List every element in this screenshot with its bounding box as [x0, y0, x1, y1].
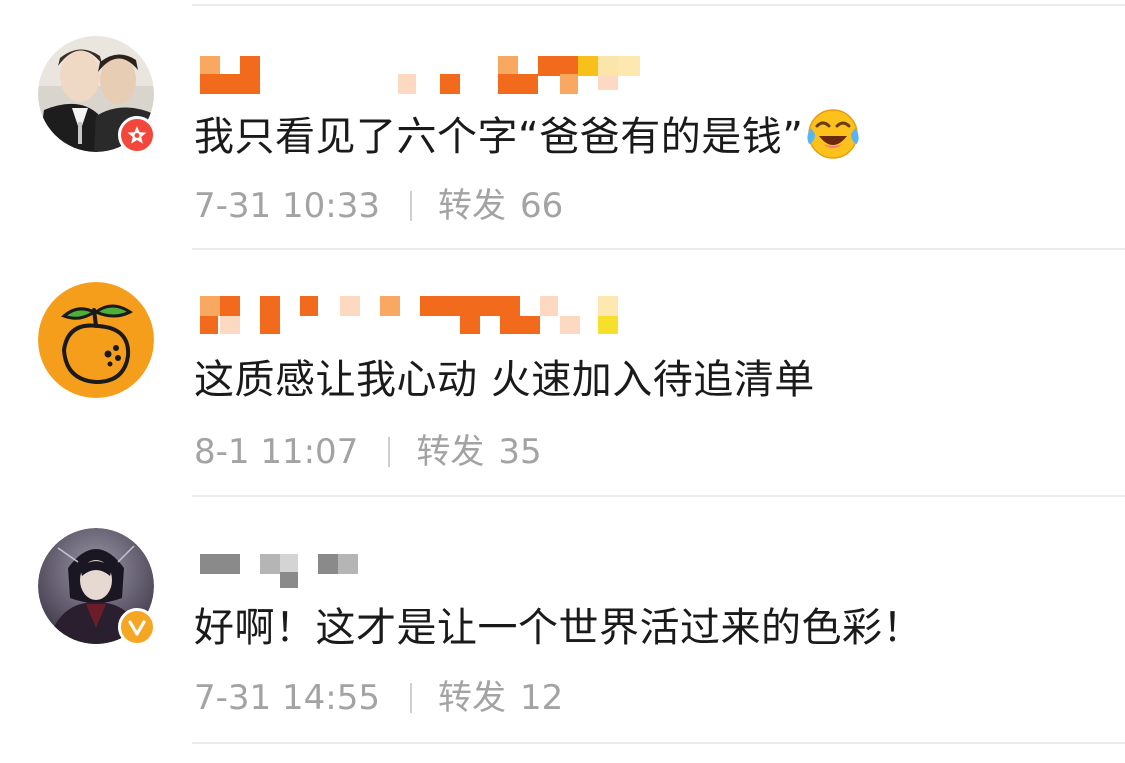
comment-divider	[192, 495, 1125, 497]
comment-divider	[192, 742, 1125, 744]
tangerine-avatar-icon	[38, 282, 154, 398]
comment-time: 8-1 11:07	[194, 432, 359, 472]
username-pixelated[interactable]	[198, 542, 678, 590]
avatar[interactable]	[38, 282, 154, 398]
meta-separator	[388, 437, 391, 467]
comment-text: 好啊！这才是让一个世界活过来的色彩！	[194, 600, 923, 656]
comment-time: 7-31 14:55	[194, 678, 380, 718]
comment-meta: 7-31 14:55 转发 12	[194, 676, 563, 720]
comment-text: 这质感让我心动 火速加入待追清单	[194, 352, 815, 408]
gold-verified-icon	[118, 608, 156, 646]
comment-text-content: 好啊！这才是让一个世界活过来的色彩！	[194, 605, 923, 651]
meta-separator	[409, 683, 412, 713]
comment-meta: 8-1 11:07 转发 35	[194, 430, 542, 474]
comment-text-content: 这质感让我心动 火速加入待追清单	[194, 357, 815, 403]
username-pixelated[interactable]	[198, 294, 678, 342]
repost-label: 转发	[416, 432, 485, 472]
repost-count: 35	[498, 432, 542, 472]
repost-button[interactable]: 转发 12	[438, 676, 563, 720]
repost-button[interactable]: 转发 35	[416, 430, 541, 474]
repost-count: 12	[519, 678, 564, 718]
avatar[interactable]	[38, 528, 156, 646]
repost-label: 转发	[437, 678, 506, 718]
comment-item-3[interactable]: 好啊！这才是让一个世界活过来的色彩！ 7-31 14:55 转发 12	[0, 0, 1125, 744]
comment-divider	[192, 248, 1125, 250]
